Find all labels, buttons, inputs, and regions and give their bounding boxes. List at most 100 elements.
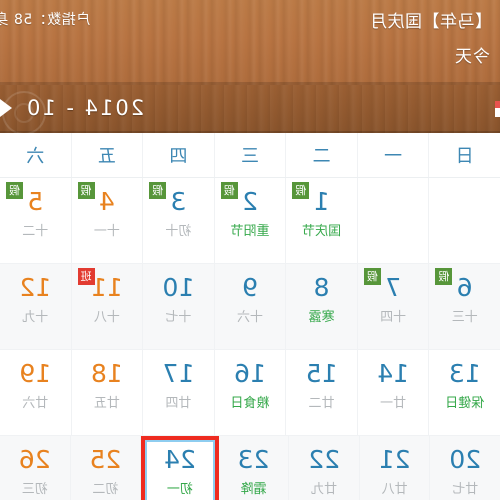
calendar-day-cell[interactable]: 22 廿九 [289,436,360,500]
weekday-label: 四 [169,146,188,167]
holiday-badge: 假 [5,182,23,199]
festival-label: 霜降 [240,482,267,497]
calendar-day-cell[interactable]: 假 7 十四 [357,264,430,350]
lunar-date-label: 初三 [21,482,48,497]
weekday-header-cell: 六 [0,133,72,177]
lunar-date-label: 十八 [93,310,120,325]
lunar-date-label: 十七 [165,310,192,325]
calendar-day-cell[interactable]: 9 十六 [214,264,287,350]
calendar-day-cell[interactable]: 23 霜降 [218,436,290,500]
holiday-badge: 假 [149,182,167,199]
calendar-day-cell[interactable]: 8 寒露 [286,264,358,350]
day-number: 16 [234,359,266,388]
festival-label: 国庆节 [302,224,342,239]
lunar-date-label: 十四 [380,310,407,325]
month-nav-bar: 2014 - 10 [0,85,500,133]
header-stat-text: 户指数：58 身 [0,12,91,28]
calendar-week-row: 13 保健日 14 廿一 15 廿二 16 粮食日 17 廿四 18 廿五 19 廿六 [0,350,500,436]
festival-label: 粮食日 [230,396,270,411]
calendar-day-cell[interactable]: 假 2 重阳节 [214,178,287,264]
calendar-day-cell-selected[interactable]: 24 初一 [141,436,219,500]
calendar-day-cell[interactable]: 21 廿八 [359,436,431,500]
calendar-day-cell[interactable]: 16 粮食日 [214,350,287,436]
calendar-day-cell[interactable]: 25 初二 [70,436,142,500]
calendar-day-cell[interactable]: 18 廿五 [71,350,144,436]
day-number: 1 [313,187,330,216]
weekday-header-cell: 五 [71,133,144,177]
calendar-day-cell[interactable]: 26 初三 [0,436,71,500]
day-number: 4 [98,187,115,216]
day-number: 5 [27,187,44,216]
lunar-date-label: 十二 [22,224,49,239]
triangle-right-icon[interactable] [0,99,12,117]
day-number: 15 [305,359,338,388]
day-number: 21 [378,445,411,474]
weekday-header-row: 日一二三四五六 [0,133,500,178]
day-number: 14 [377,359,410,388]
day-number: 13 [448,359,481,388]
calendar-day-cell[interactable]: 12 十九 [0,264,72,350]
lunar-date-label: 廿五 [93,396,120,411]
calendar-day-cell[interactable]: 15 廿二 [286,350,358,436]
day-number: 26 [18,445,51,474]
holiday-badge: 假 [363,268,381,285]
holiday-badge: 假 [77,182,95,199]
calendar-day-cell[interactable]: 假 6 十三 [429,264,500,350]
lunar-date-label: 十三 [451,310,478,325]
lunar-date-label: 十六 [236,310,263,325]
weekday-header-cell: 日 [429,133,500,177]
weekday-header-cell: 四 [143,133,215,177]
lunar-date-label: 初二 [92,482,119,497]
holiday-badge: 假 [292,182,310,199]
weekday-header-cell: 三 [214,133,287,177]
calendar-week-row: 假 1 国庆节假 2 重阳节假 3 初十假 4 十一假 5 十二 [0,178,500,264]
day-number: 9 [242,273,258,302]
current-month-label: 2014 - 10 [25,96,145,120]
header-today-label: 今天 [454,47,490,67]
lunar-date-label: 廿六 [22,396,49,411]
festival-label: 初一 [166,482,193,497]
calendar-day-cell[interactable]: 假 3 初十 [143,178,215,264]
calendar-day-cell[interactable]: 假 1 国庆节 [286,178,358,264]
edge-indicator [495,101,500,117]
weekday-label: 一 [384,146,403,167]
weekday-label: 三 [240,146,259,167]
day-number: 25 [89,445,122,474]
header-title: 【马年】国庆月 [369,12,493,32]
calendar-day-cell[interactable]: 14 廿一 [357,350,430,436]
calendar-day-cell[interactable]: 20 廿七 [430,436,500,500]
holiday-badge: 假 [435,268,453,285]
calendar-day-cell[interactable]: 13 保健日 [429,350,500,436]
workday-badge: 班 [77,268,95,285]
calendar-week-row: 20 廿七 21 廿八 22 廿九 23 霜降 24 初一 25 初二 26 初三 [0,436,500,500]
day-number: 23 [237,445,270,474]
weekday-label: 二 [312,146,331,167]
lunar-date-label: 廿四 [165,396,192,411]
app-header: 【马年】国庆月 今天 户指数：58 身 [0,0,500,85]
day-number: 2 [242,187,258,216]
lunar-date-label: 廿九 [311,482,338,497]
festival-label: 保健日 [445,396,485,411]
day-number: 19 [19,359,52,388]
calendar-day-cell[interactable]: 19 廿六 [0,350,72,436]
calendar-day-cell[interactable]: 假 5 十二 [0,178,72,264]
lunar-date-label: 初十 [165,224,192,239]
lunar-date-label: 十一 [93,224,120,239]
calendar-day-cell[interactable]: 10 十七 [143,264,215,350]
day-number: 18 [90,359,123,388]
day-number: 10 [162,273,195,302]
lunar-date-label: 十九 [22,310,49,325]
weekday-header-cell: 二 [286,133,358,177]
calendar-day-cell-empty [429,178,500,264]
holiday-badge: 假 [220,182,238,199]
calendar-day-cell[interactable]: 假 4 十一 [71,178,144,264]
day-number: 7 [385,273,402,302]
day-number: 6 [456,273,473,302]
festival-label: 寒露 [308,310,335,325]
calendar-week-row: 假 6 十三假 7 十四 8 寒露 9 十六 10 十七班 11 十八 12 十九 [0,264,500,350]
lunar-date-label: 廿八 [381,482,408,497]
calendar-day-cell[interactable]: 17 廿四 [143,350,215,436]
weekday-label: 六 [26,146,45,167]
calendar-day-cell[interactable]: 班 11 十八 [71,264,144,350]
lunar-date-label: 廿二 [308,396,335,411]
